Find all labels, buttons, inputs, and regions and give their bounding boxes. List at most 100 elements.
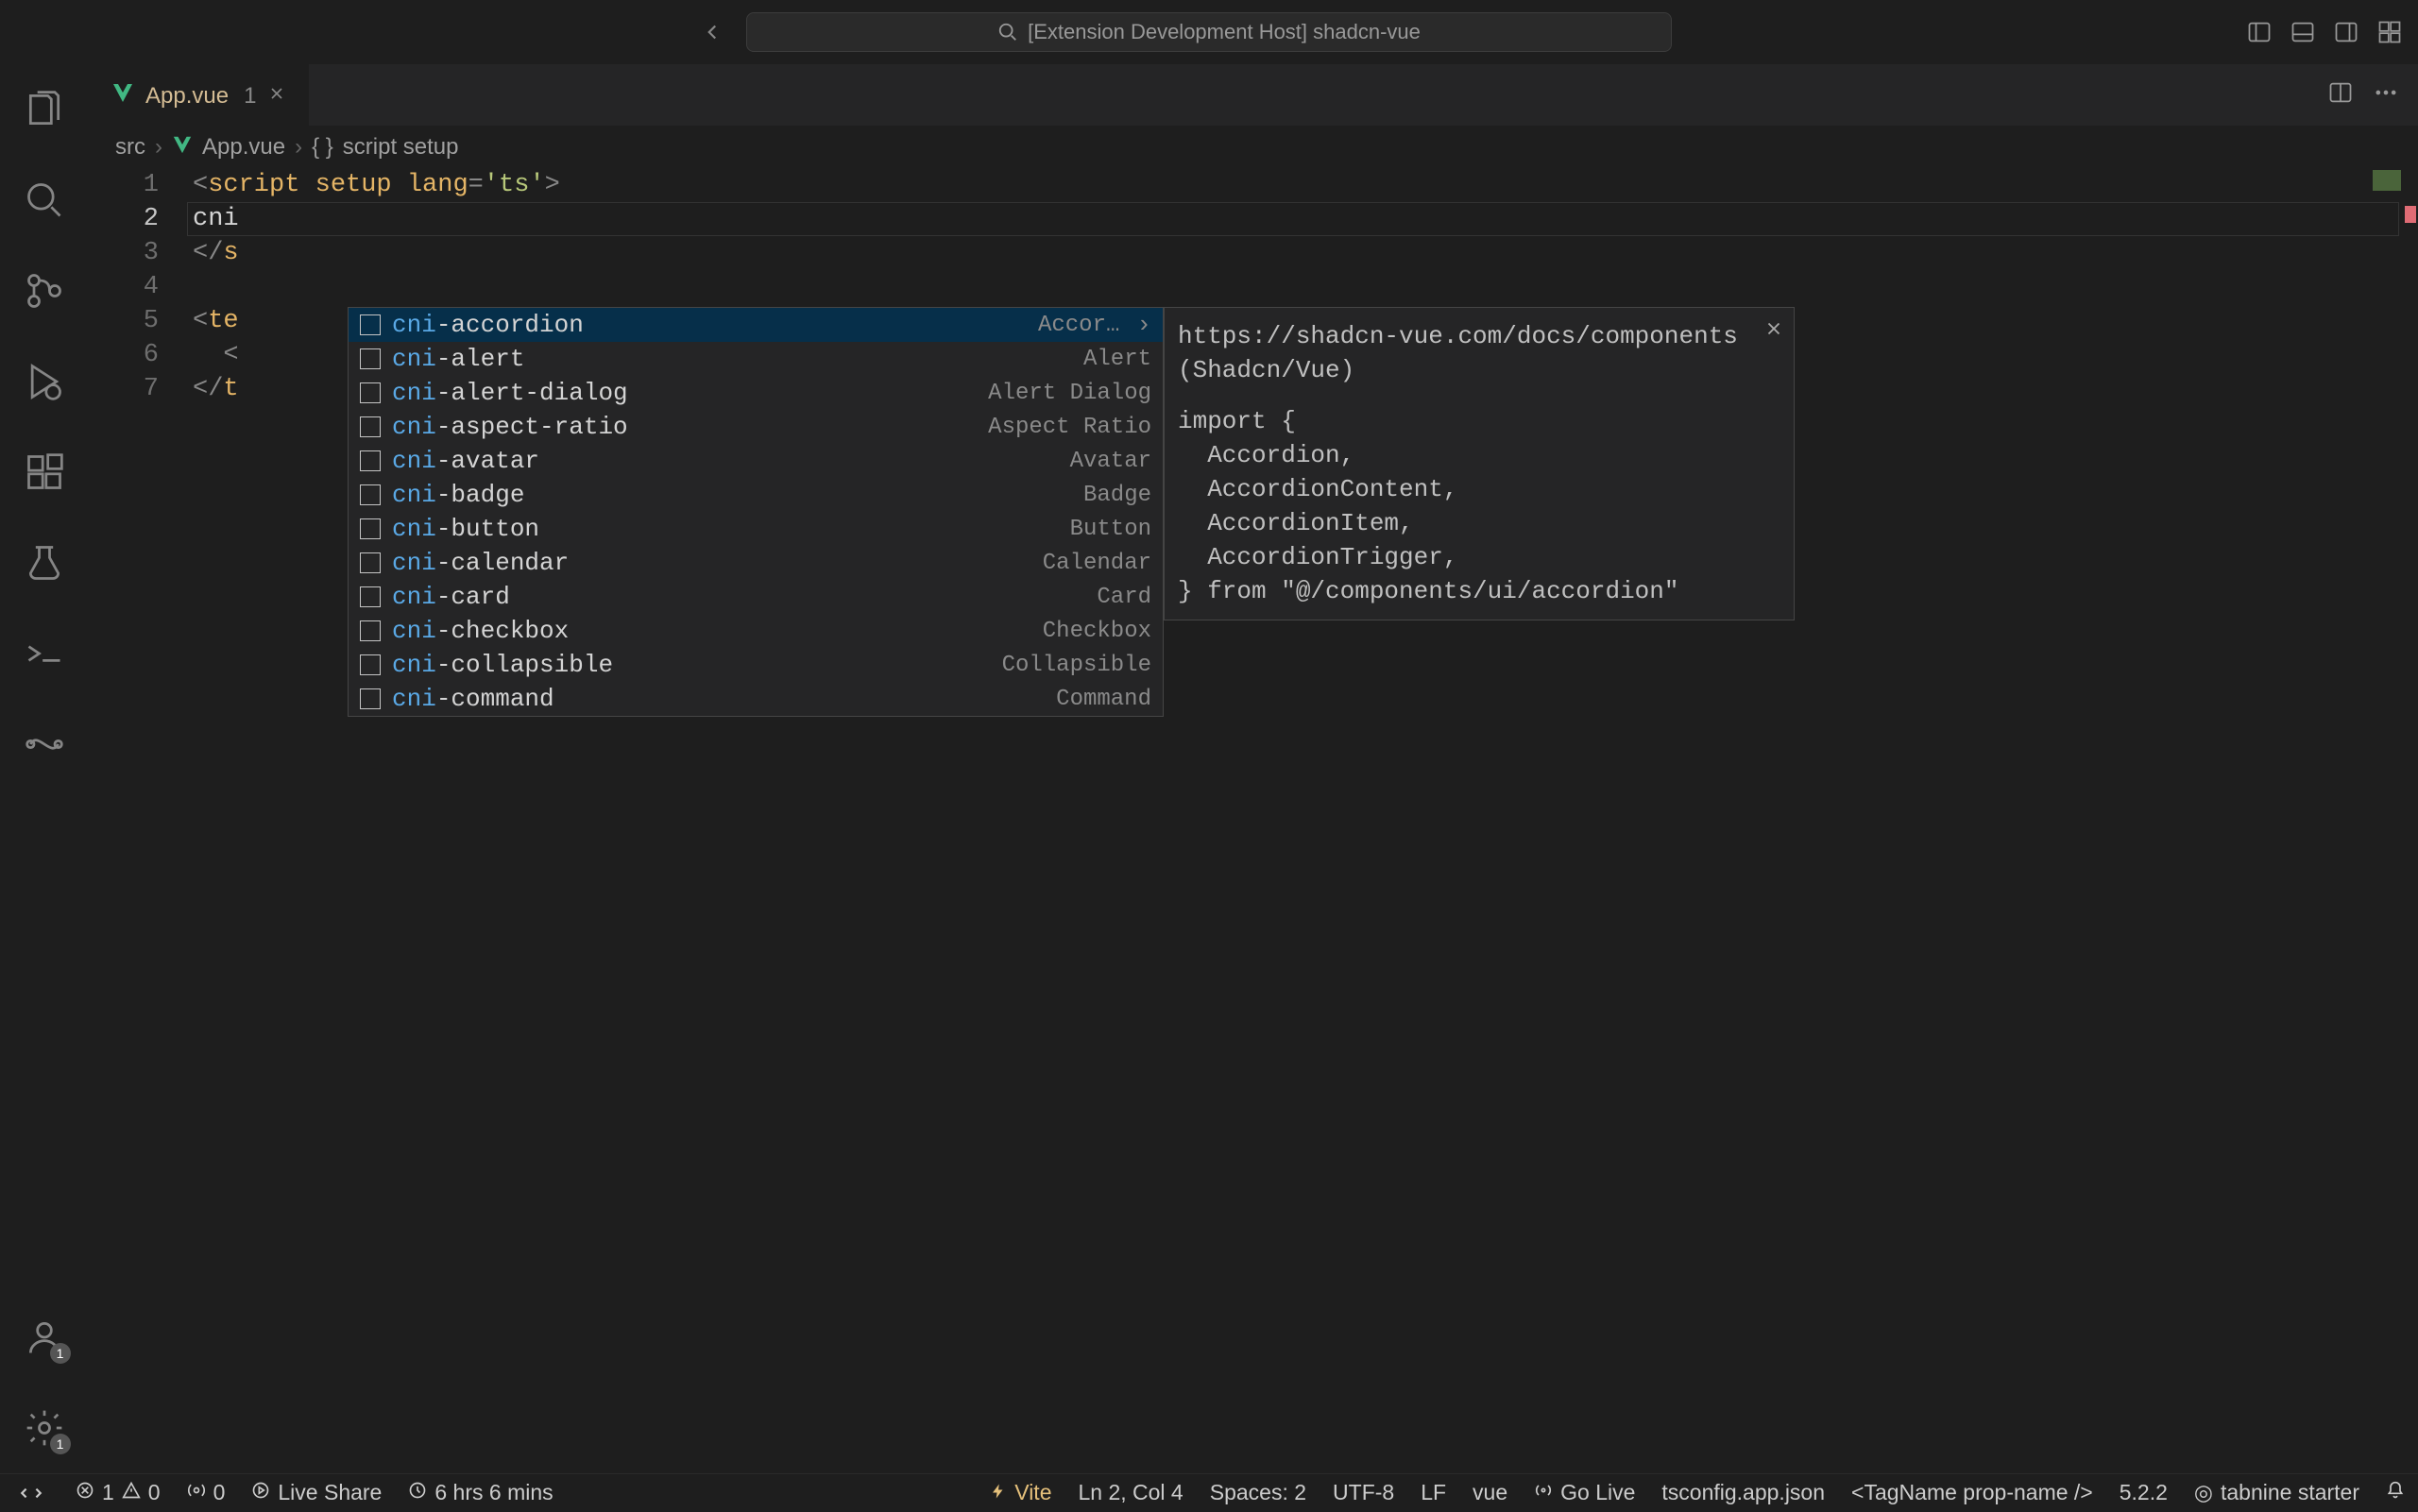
suggest-item[interactable]: cni-commandCommand [349, 682, 1163, 716]
status-cursor-position[interactable]: Ln 2, Col 4 [1064, 1480, 1196, 1505]
suggest-item[interactable]: cni-badgeBadge [349, 478, 1163, 512]
suggest-detail: Alert [1083, 347, 1151, 372]
suggest-widget[interactable]: cni-accordionAccor…›cni-alertAlertcni-al… [348, 307, 1164, 717]
suggest-item[interactable]: cni-aspect-ratioAspect Ratio [349, 410, 1163, 444]
status-tsconfig[interactable]: tsconfig.app.json [1648, 1480, 1838, 1505]
breadcrumb-file[interactable]: App.vue [202, 134, 285, 161]
activity-remote[interactable] [22, 631, 67, 676]
activity-source-control[interactable] [22, 268, 67, 314]
bell-icon [2386, 1480, 2405, 1505]
status-eol[interactable]: LF [1407, 1480, 1459, 1505]
suggest-detail: Card [1097, 585, 1151, 610]
suggest-label: cni-collapsible [392, 651, 613, 679]
error-marker[interactable] [2405, 206, 2416, 223]
status-language[interactable]: vue [1459, 1480, 1521, 1505]
suggest-item[interactable]: cni-button Button [349, 512, 1163, 546]
live-share-label: Live Share [278, 1480, 382, 1505]
chevron-right-icon[interactable]: › [1136, 311, 1151, 339]
suggest-item[interactable]: cni-accordion Accor… › [349, 308, 1163, 342]
suggest-label: cni-button [392, 515, 539, 543]
suggest-detail: Checkbox [1043, 619, 1151, 644]
split-editor-button[interactable] [2327, 79, 2354, 110]
nav-back-button[interactable] [699, 19, 725, 45]
suggest-item[interactable]: cni-avatarAvatar [349, 444, 1163, 478]
snippet-icon [360, 416, 381, 437]
error-count: 1 [102, 1480, 114, 1505]
snippet-icon [360, 688, 381, 709]
suggest-label: cni-alert [392, 345, 524, 373]
status-go-live[interactable]: Go Live [1521, 1480, 1648, 1505]
customize-layout-icon[interactable] [2376, 19, 2403, 45]
error-icon [76, 1480, 94, 1505]
status-live-share[interactable]: Live Share [238, 1474, 395, 1511]
snippet-icon [360, 654, 381, 675]
close-icon[interactable] [1763, 315, 1784, 349]
status-indentation[interactable]: Spaces: 2 [1197, 1480, 1320, 1505]
toggle-panel-icon[interactable] [2290, 19, 2316, 45]
time-label: 6 hrs 6 mins [434, 1480, 553, 1505]
activity-run-debug[interactable] [22, 359, 67, 404]
title-bar: [Extension Development Host] shadcn-vue [0, 0, 2418, 64]
search-icon [997, 22, 1018, 42]
activity-accounts[interactable]: 1 [22, 1315, 67, 1360]
suggest-detail: Command [1056, 687, 1151, 712]
status-ts-version[interactable]: 5.2.2 [2106, 1480, 2181, 1505]
breadcrumb-symbol[interactable]: script setup [343, 134, 459, 161]
suggest-detail: Accor… [1038, 313, 1119, 338]
warning-icon [122, 1480, 141, 1505]
activity-extensions[interactable] [22, 450, 67, 495]
breadcrumb-folder[interactable]: src [115, 134, 145, 161]
toggle-primary-sidebar-icon[interactable] [2246, 19, 2273, 45]
suggest-detail: Avatar [1070, 449, 1151, 474]
toggle-secondary-sidebar-icon[interactable] [2333, 19, 2359, 45]
suggest-label: cni-accordion [392, 311, 584, 339]
activity-search[interactable] [22, 178, 67, 223]
status-ports[interactable]: 0 [174, 1474, 239, 1511]
tab-close-button[interactable] [267, 83, 286, 110]
suggest-item[interactable]: cni-checkboxCheckbox [349, 614, 1163, 648]
snippet-icon [360, 518, 381, 539]
command-center[interactable]: [Extension Development Host] shadcn-vue [746, 12, 1672, 52]
suggest-item[interactable]: cni-collapsibleCollapsible [349, 648, 1163, 682]
doc-code: import { Accordion, AccordionContent, Ac… [1178, 404, 1780, 608]
suggest-label: cni-alert-dialog [392, 379, 628, 407]
status-notifications[interactable] [2373, 1480, 2418, 1505]
activity-test[interactable] [22, 540, 67, 586]
breadcrumbs[interactable]: src › App.vue › { } script setup [89, 127, 2418, 168]
tab-app-vue[interactable]: App.vue 1 [89, 64, 309, 126]
typed-text: cni [193, 205, 239, 233]
command-center-label: [Extension Development Host] shadcn-vue [1028, 20, 1421, 44]
snippet-icon [360, 450, 381, 471]
snippet-icon [360, 348, 381, 369]
overview-ruler[interactable] [2401, 168, 2418, 1473]
suggest-documentation: https://shadcn-vue.com/docs/components (… [1164, 307, 1795, 620]
activity-explorer[interactable] [22, 87, 67, 132]
suggest-item[interactable]: cni-cardCard [349, 580, 1163, 614]
suggest-item[interactable]: cni-alert Alert [349, 342, 1163, 376]
more-actions-button[interactable] [2373, 79, 2399, 110]
status-vite[interactable]: Vite [977, 1480, 1064, 1505]
status-encoding[interactable]: UTF-8 [1320, 1480, 1407, 1505]
status-problems[interactable]: 1 0 [62, 1474, 174, 1511]
warning-count: 0 [148, 1480, 161, 1505]
activity-settings[interactable]: 1 [22, 1405, 67, 1451]
suggest-item[interactable]: cni-alert-dialogAlert Dialog [349, 376, 1163, 410]
snippet-icon [360, 314, 381, 335]
snippet-icon [360, 586, 381, 607]
status-time[interactable]: 6 hrs 6 mins [395, 1474, 566, 1511]
broadcast-icon [1534, 1480, 1553, 1505]
status-tagname[interactable]: <TagName prop-name /> [1838, 1480, 2106, 1505]
suggest-label: cni-aspect-ratio [392, 413, 628, 441]
status-tabnine[interactable]: ◎ tabnine starter [2181, 1480, 2373, 1505]
vite-label: Vite [1014, 1480, 1051, 1505]
vue-file-icon [172, 134, 193, 161]
remote-indicator[interactable] [0, 1474, 62, 1512]
activity-git-graph[interactable] [22, 722, 67, 767]
settings-badge: 1 [50, 1434, 71, 1454]
doc-link[interactable]: https://shadcn-vue.com/docs/components (… [1178, 319, 1780, 387]
suggest-detail: Button [1070, 517, 1151, 542]
suggest-detail: Badge [1083, 483, 1151, 508]
clock-icon [408, 1480, 427, 1505]
suggest-detail: Calendar [1043, 551, 1151, 576]
suggest-item[interactable]: cni-calendarCalendar [349, 546, 1163, 580]
